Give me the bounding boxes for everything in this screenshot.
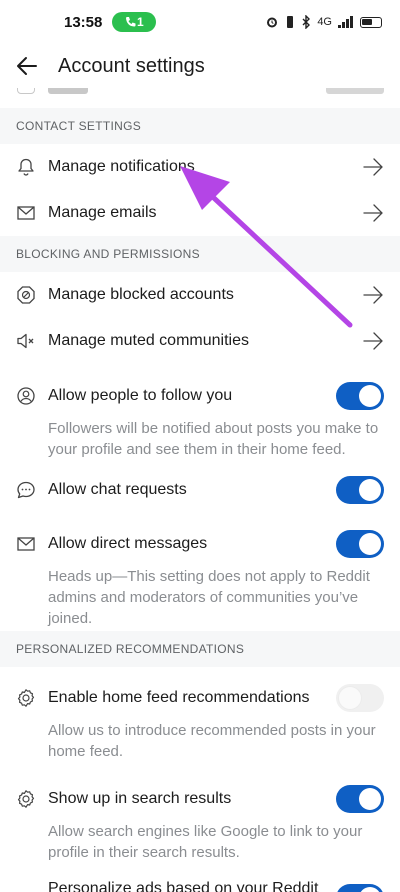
allow-dm-description: Heads up—This setting does not apply to … [48,568,370,627]
app-header: Account settings [0,44,400,88]
allow-chat-toggle[interactable] [336,476,384,504]
home-feed-recs-description: Allow us to introduce recommended posts … [48,722,376,760]
allow-direct-messages-row: Allow direct messages [0,522,400,566]
alarm-icon [267,17,278,28]
status-bar: 13:58 1 4G [0,0,400,44]
personalize-ads-row: Personalize ads based on your Reddit [0,878,400,892]
arrow-left-icon[interactable] [16,55,38,77]
user-circle-icon [17,387,35,405]
allow-follow-toggle[interactable] [336,382,384,410]
search-results-row: Show up in search results [0,777,400,821]
battery-icon [360,16,382,28]
gear-icon [17,790,35,808]
manage-muted-label: Manage muted communities [48,332,249,349]
bluetooth-icon [302,15,311,29]
phone-icon [126,17,136,27]
search-results-description: Allow search engines like Google to link… [48,823,363,861]
partial-value [326,88,384,94]
partially-visible-row [0,88,400,106]
manage-blocked-label: Manage blocked accounts [48,286,234,303]
arrow-right-icon [363,204,383,222]
vibrate-icon [287,16,294,28]
manage-notifications-label: Manage notifications [48,158,195,175]
network-label: 4G [317,16,332,28]
bell-icon [18,158,34,176]
status-icons: 4G [265,15,382,29]
allow-follow-row: Allow people to follow you [0,374,400,418]
search-results-toggle[interactable] [336,785,384,813]
allow-dm-toggle[interactable] [336,530,384,558]
search-results-label: Show up in search results [48,790,232,807]
status-time: 13:58 [64,13,103,31]
allow-follow-label: Allow people to follow you [48,387,233,404]
envelope-icon [17,206,35,220]
call-indicator: 1 [112,12,157,32]
page-title: Account settings [58,54,205,77]
allow-chat-label: Allow chat requests [48,481,187,498]
partial-icon [17,88,35,94]
muted-speaker-icon [17,333,34,349]
gear-icon [17,689,35,707]
allow-dm-label: Allow direct messages [48,535,208,552]
manage-notifications-row[interactable]: Manage notifications [0,144,400,190]
section-contact-settings: CONTACT SETTINGS [0,108,400,144]
home-feed-recs-label: Enable home feed recommendations [48,689,310,706]
allow-chat-row: Allow chat requests [0,468,400,512]
partial-label [48,88,88,94]
home-feed-recs-toggle[interactable] [336,684,384,712]
chat-bubble-icon [17,481,35,499]
arrow-right-icon [363,332,383,350]
arrow-right-icon [363,158,383,176]
manage-muted-communities-row[interactable]: Manage muted communities [0,318,400,364]
allow-follow-description: Followers will be notified about posts y… [48,420,379,458]
manage-blocked-accounts-row[interactable]: Manage blocked accounts [0,272,400,318]
envelope-icon [17,537,35,551]
section-blocking-permissions: BLOCKING AND PERMISSIONS [0,236,400,272]
blocked-icon [17,286,35,304]
manage-emails-row[interactable]: Manage emails [0,190,400,236]
manage-emails-label: Manage emails [48,204,157,221]
section-personalized-recommendations: PERSONALIZED RECOMMENDATIONS [0,631,400,667]
signal-icon [338,16,353,28]
personalize-ads-toggle[interactable] [336,884,384,892]
arrow-right-icon [363,286,383,304]
personalize-ads-label: Personalize ads based on your Reddit [48,880,319,892]
home-feed-recommendations-row: Enable home feed recommendations [0,676,400,720]
